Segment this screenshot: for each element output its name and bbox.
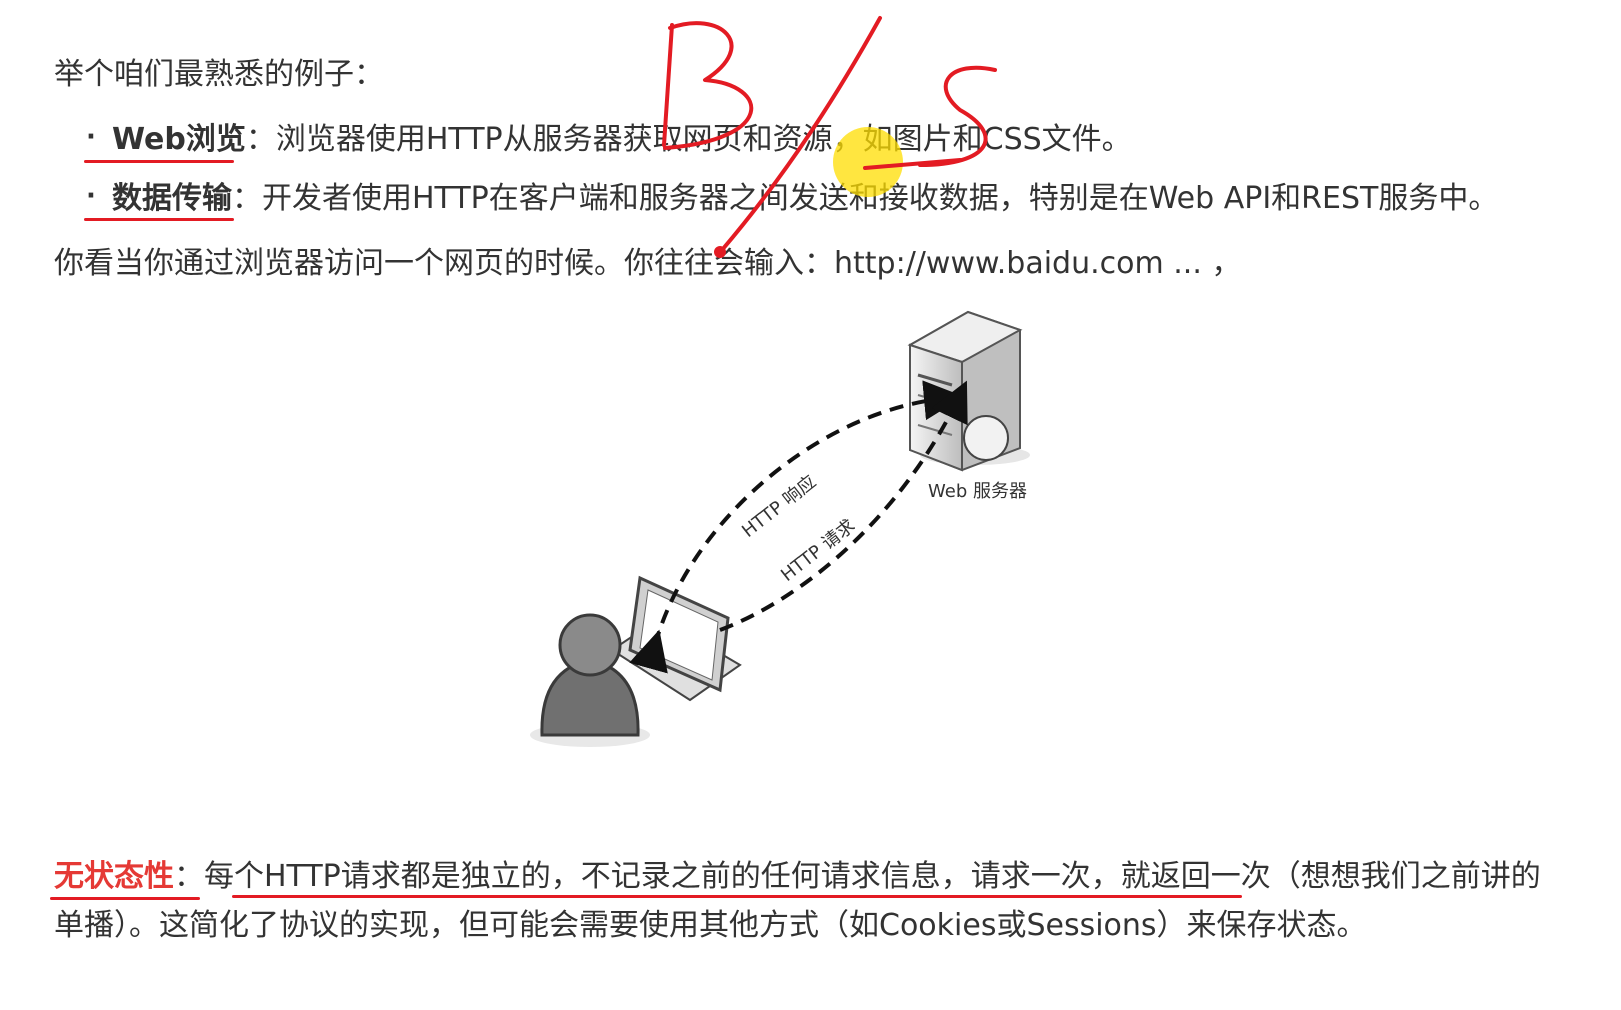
laptop-icon xyxy=(610,575,742,702)
server-label: Web 服务器 xyxy=(928,481,1027,502)
handwriting-bs-annotation xyxy=(662,16,997,258)
http-diagram: Web 服务器 HTTP 响应 HTTP 请求 xyxy=(530,16,1030,747)
server-icon xyxy=(907,310,1030,472)
response-label: HTTP 响应 xyxy=(738,471,820,542)
